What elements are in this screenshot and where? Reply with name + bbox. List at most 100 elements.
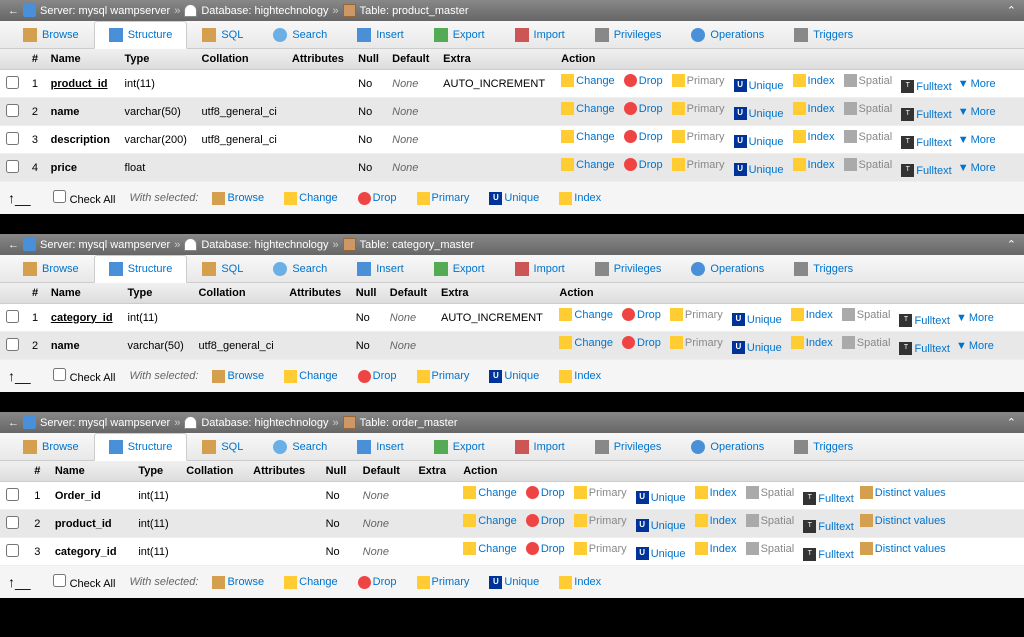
bulk-unique[interactable]: UUnique (489, 576, 539, 589)
tab-import[interactable]: Import (500, 433, 580, 460)
row-checkbox[interactable] (6, 76, 19, 89)
row-checkbox[interactable] (6, 132, 19, 145)
tab-sql[interactable]: SQL (187, 433, 258, 460)
action-fulltext[interactable]: TFulltext (901, 136, 951, 149)
bulk-drop[interactable]: Drop (358, 576, 397, 589)
action-drop[interactable]: Drop (624, 130, 663, 143)
database-link[interactable]: Database: hightechnology (201, 239, 328, 251)
action-unique[interactable]: UUnique (734, 135, 784, 148)
tab-privileges[interactable]: Privileges (580, 255, 677, 282)
action-primary[interactable]: Primary (672, 102, 725, 115)
bulk-browse[interactable]: Browse (212, 370, 264, 383)
action-drop[interactable]: Drop (624, 74, 663, 87)
collapse-icon[interactable]: ⌃ (1007, 238, 1016, 251)
nav-back-icon[interactable]: ← (8, 239, 19, 251)
server-link[interactable]: Server: mysql wampserver (40, 239, 170, 251)
action-primary[interactable]: Primary (672, 130, 725, 143)
tab-structure[interactable]: Structure (94, 255, 188, 283)
action-primary[interactable]: Primary (672, 74, 725, 87)
tab-import[interactable]: Import (500, 21, 580, 48)
tab-export[interactable]: Export (419, 21, 500, 48)
action-unique[interactable]: UUnique (732, 313, 782, 326)
action-distinct[interactable]: Distinct values (860, 542, 946, 555)
bulk-change[interactable]: Change (284, 576, 338, 589)
action-index[interactable]: Index (695, 486, 737, 499)
action-fulltext[interactable]: TFulltext (901, 108, 951, 121)
action-change[interactable]: Change (561, 74, 615, 87)
tab-export[interactable]: Export (419, 433, 500, 460)
table-link[interactable]: Table: order_master (360, 417, 458, 429)
row-checkbox[interactable] (6, 310, 19, 323)
bulk-drop[interactable]: Drop (358, 370, 397, 383)
action-spatial[interactable]: Spatial (844, 158, 893, 171)
table-link[interactable]: Table: product_master (360, 5, 469, 17)
tab-insert[interactable]: Insert (342, 255, 419, 282)
action-index[interactable]: Index (791, 336, 833, 349)
action-change[interactable]: Change (561, 158, 615, 171)
action-change[interactable]: Change (559, 308, 613, 321)
server-link[interactable]: Server: mysql wampserver (40, 5, 170, 17)
action-unique[interactable]: UUnique (636, 547, 686, 560)
action-more[interactable]: ▼More (958, 78, 996, 90)
bulk-index[interactable]: Index (559, 192, 601, 205)
row-checkbox[interactable] (6, 338, 19, 351)
tab-search[interactable]: Search (258, 433, 342, 460)
action-fulltext[interactable]: TFulltext (901, 80, 951, 93)
action-primary[interactable]: Primary (672, 158, 725, 171)
action-more[interactable]: ▼More (956, 340, 994, 352)
check-all[interactable]: Check All (49, 368, 116, 384)
action-primary[interactable]: Primary (574, 542, 627, 555)
action-index[interactable]: Index (793, 158, 835, 171)
action-index[interactable]: Index (793, 102, 835, 115)
database-link[interactable]: Database: hightechnology (201, 5, 328, 17)
action-change[interactable]: Change (463, 514, 517, 527)
action-fulltext[interactable]: TFulltext (803, 548, 853, 561)
action-primary[interactable]: Primary (574, 486, 627, 499)
tab-privileges[interactable]: Privileges (580, 433, 677, 460)
action-change[interactable]: Change (463, 486, 517, 499)
tab-operations[interactable]: Operations (676, 433, 779, 460)
collapse-icon[interactable]: ⌃ (1007, 4, 1016, 17)
row-checkbox[interactable] (6, 544, 19, 557)
tab-import[interactable]: Import (500, 255, 580, 282)
tab-sql[interactable]: SQL (187, 255, 258, 282)
bulk-drop[interactable]: Drop (358, 192, 397, 205)
action-spatial[interactable]: Spatial (746, 514, 795, 527)
check-all[interactable]: Check All (49, 190, 116, 206)
nav-back-icon[interactable]: ← (8, 5, 19, 17)
tab-insert[interactable]: Insert (342, 21, 419, 48)
action-more[interactable]: ▼More (958, 134, 996, 146)
tab-operations[interactable]: Operations (676, 21, 779, 48)
action-fulltext[interactable]: TFulltext (899, 342, 949, 355)
bulk-primary[interactable]: Primary (417, 576, 470, 589)
bulk-browse[interactable]: Browse (212, 192, 264, 205)
action-unique[interactable]: UUnique (732, 341, 782, 354)
action-spatial[interactable]: Spatial (844, 74, 893, 87)
action-spatial[interactable]: Spatial (746, 542, 795, 555)
action-spatial[interactable]: Spatial (842, 336, 891, 349)
action-spatial[interactable]: Spatial (844, 102, 893, 115)
action-drop[interactable]: Drop (526, 486, 565, 499)
action-drop[interactable]: Drop (622, 336, 661, 349)
collapse-icon[interactable]: ⌃ (1007, 416, 1016, 429)
action-change[interactable]: Change (559, 336, 613, 349)
action-index[interactable]: Index (791, 308, 833, 321)
action-spatial[interactable]: Spatial (842, 308, 891, 321)
action-more[interactable]: ▼More (958, 106, 996, 118)
tab-browse[interactable]: Browse (8, 433, 94, 460)
tab-export[interactable]: Export (419, 255, 500, 282)
tab-browse[interactable]: Browse (8, 255, 94, 282)
database-link[interactable]: Database: hightechnology (201, 417, 328, 429)
action-drop[interactable]: Drop (526, 542, 565, 555)
tab-structure[interactable]: Structure (94, 433, 188, 461)
action-index[interactable]: Index (793, 130, 835, 143)
action-drop[interactable]: Drop (624, 102, 663, 115)
action-unique[interactable]: UUnique (636, 519, 686, 532)
tab-triggers[interactable]: Triggers (779, 21, 868, 48)
action-unique[interactable]: UUnique (734, 79, 784, 92)
bulk-change[interactable]: Change (284, 370, 338, 383)
row-checkbox[interactable] (6, 516, 19, 529)
action-index[interactable]: Index (695, 514, 737, 527)
action-primary[interactable]: Primary (670, 308, 723, 321)
table-link[interactable]: Table: category_master (360, 239, 474, 251)
